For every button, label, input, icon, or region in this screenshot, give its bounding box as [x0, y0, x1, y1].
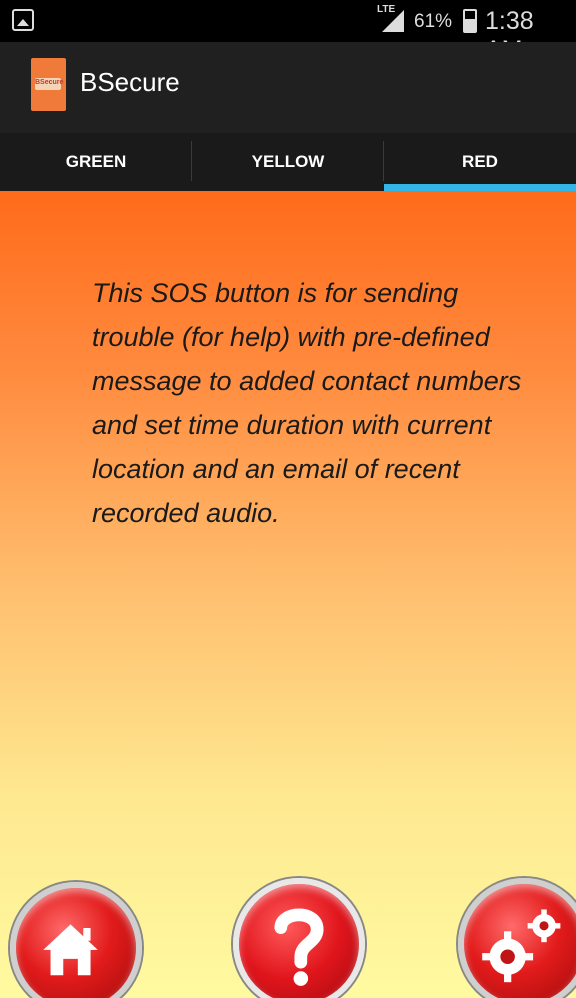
tab-label: RED: [462, 152, 498, 171]
gears-icon: [482, 909, 561, 983]
tab-bar: GREEN YELLOW RED: [0, 133, 576, 191]
tab-label: YELLOW: [251, 152, 325, 171]
home-icon: [43, 924, 98, 976]
question-icon: [274, 908, 324, 986]
sos-description: This SOS button is for sending trouble (…: [92, 278, 522, 528]
tab-green[interactable]: GREEN: [0, 133, 192, 191]
signal-icon: [382, 10, 404, 32]
tab-red[interactable]: RED: [384, 133, 576, 191]
settings-button[interactable]: [458, 878, 576, 998]
app-logo-text: BSecure: [35, 79, 64, 86]
selected-tab-indicator: [384, 184, 576, 191]
tab-label: GREEN: [65, 152, 127, 171]
action-bar: BSecure BSecure: [0, 42, 576, 133]
battery-percent: 61%: [414, 11, 453, 32]
sos-content-panel: This SOS button is for sending trouble (…: [0, 191, 576, 998]
tab-yellow[interactable]: YELLOW: [192, 133, 384, 191]
image-notification-icon: [12, 9, 34, 31]
app-logo-icon[interactable]: BSecure: [31, 58, 66, 111]
status-bar: LTE 61% 1:38 AM: [0, 0, 576, 64]
home-button[interactable]: [10, 882, 142, 998]
app-title: BSecure: [80, 67, 180, 97]
help-button[interactable]: [233, 878, 365, 998]
battery-icon: [463, 9, 477, 33]
